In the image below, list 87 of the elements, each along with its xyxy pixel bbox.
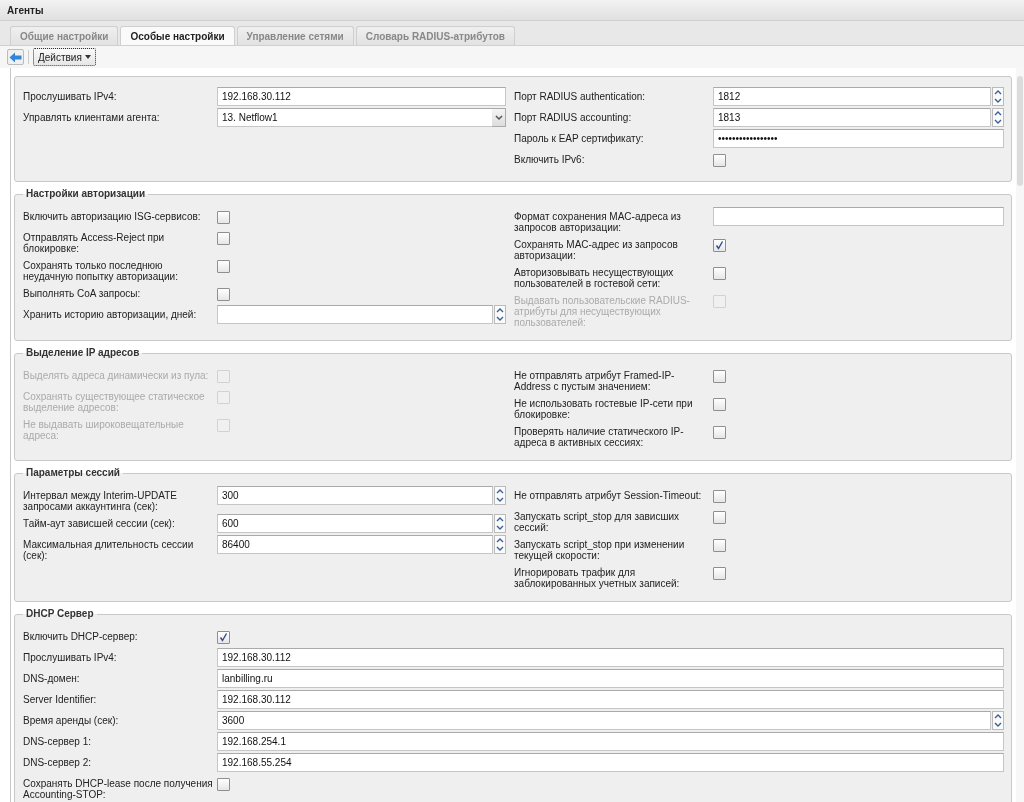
checkbox[interactable] [713, 567, 726, 580]
field-label: Прослушивать IPv4: [23, 651, 118, 663]
field-label: Сохранять существующее статическое выделение адресов: [23, 390, 206, 413]
field-label: Не отправлять атрибут Session-Timeout: [514, 489, 703, 501]
field-label: Управлять клиентами агента: [23, 111, 161, 123]
field-label: Тайм-аут зависшей сессии (сек): [23, 517, 176, 529]
field-label: Включить DHCP-сервер: [23, 630, 139, 642]
spinner-arrows-icon[interactable] [992, 711, 1004, 730]
field-label: Порт RADIUS accounting: [514, 111, 633, 123]
field-label: Порт RADIUS authentication: [514, 90, 647, 102]
spinner-arrows-icon[interactable] [992, 108, 1004, 127]
checkbox[interactable] [217, 211, 230, 224]
text-field[interactable]: lanbilling.ru [217, 669, 1004, 688]
field-label: Server Identifier: [23, 693, 98, 705]
field-label: Запускать script_stop для зависших сессий: [514, 510, 681, 533]
field-label: Не отправлять атрибут Framed-IP-Address с пустым значением: [514, 369, 676, 392]
checkbox[interactable] [713, 370, 726, 383]
field-label: Запускать script_stop при изменении текущей скорости: [514, 538, 686, 561]
field-label: Включить IPv6: [514, 153, 586, 165]
field-label: DNS-домен: [23, 672, 81, 684]
field-label: Не использовать гостевые IP-сети при блокировке: [514, 397, 694, 420]
checkbox[interactable] [713, 267, 726, 280]
field-label: Формат сохранения MAC-адреса из запросов авторизации: [514, 210, 682, 233]
checkbox[interactable] [713, 426, 726, 439]
field-label: Интервал между Interim-UPDATE запросами аккаунтинга (сек): [23, 489, 178, 512]
field-label: Выполнять CoA запросы: [23, 287, 142, 299]
field-label: Не выдавать широковещательные адреса: [23, 418, 185, 441]
arrow-left-icon [9, 51, 22, 63]
field-label: Выделять адреса динамически из пула: [23, 369, 210, 381]
checkbox[interactable] [217, 260, 230, 273]
panel-title: Параметры сессий [23, 466, 123, 480]
panel-title: Настройки авторизации [23, 187, 149, 201]
spinner-arrows-icon[interactable] [992, 87, 1004, 106]
number-field[interactable]: 300 [217, 486, 493, 505]
actions-button[interactable]: Действия [33, 48, 96, 66]
checkbox[interactable] [713, 398, 726, 411]
password-field[interactable]: ••••••••••••••••• [713, 129, 1004, 148]
window-title: Агенты [7, 4, 44, 16]
number-field[interactable]: 86400 [217, 535, 493, 554]
text-field[interactable]: 192.168.30.112 [217, 648, 1004, 667]
panel-title: Выделение IP адресов [23, 346, 143, 360]
field-label: Авторизовывать несуществующих пользователей в гостевой сети: [514, 266, 675, 289]
field-label: Сохранять MAC-адрес из запросов авторизации: [514, 238, 679, 261]
checkbox[interactable] [217, 778, 230, 791]
field-label: Время аренды (сек): [23, 714, 120, 726]
field-label: Сохранять только последнюю неудачную попытку авторизации: [23, 259, 179, 282]
field-label: Пароль к EAP сертификату: [514, 132, 645, 144]
field-label: Включить авторизацию ISG-сервисов: [23, 210, 202, 222]
tab[interactable]: Особые настройки [120, 26, 235, 45]
field-label: Хранить историю авторизации, дней: [23, 308, 198, 320]
number-field[interactable]: 1812 [713, 87, 991, 106]
text-field[interactable]: 192.168.30.112 [217, 87, 506, 106]
text-field[interactable]: 192.168.254.1 [217, 732, 1004, 751]
back-button[interactable] [7, 49, 24, 65]
number-field[interactable]: 1813 [713, 108, 991, 127]
checkmark-icon [715, 241, 724, 250]
text-field[interactable]: 192.168.55.254 [217, 753, 1004, 772]
scrollbar[interactable] [1016, 68, 1024, 802]
text-field[interactable]: 192.168.30.112 [217, 690, 1004, 709]
text-field[interactable] [713, 207, 1004, 226]
checkbox[interactable] [713, 239, 726, 252]
field-label: Максимальная длительность сессии (сек): [23, 538, 195, 561]
checkbox[interactable] [217, 631, 230, 644]
caret-icon [84, 55, 91, 59]
panel-title: DHCP Сервер [23, 607, 97, 621]
spinner-arrows-icon[interactable] [494, 535, 506, 554]
field-label: Прослушивать IPv4: [23, 90, 118, 102]
checkbox[interactable] [713, 490, 726, 503]
spinner-arrows-icon[interactable] [494, 486, 506, 505]
field-label: Сохранять DHCP-lease после получения Accounting-STOP: [23, 777, 214, 800]
field-label: Проверять наличие статического IP-адреса в активных сессиях: [514, 425, 685, 448]
checkbox[interactable] [713, 539, 726, 552]
number-field[interactable]: 3600 [217, 711, 991, 730]
checkbox[interactable] [713, 154, 726, 167]
field-label: Выдавать пользовательские RADIUS-атрибуты для несуществующих пользователей: [514, 294, 691, 328]
spinner-arrows-icon[interactable] [494, 514, 506, 533]
field-label: Игнорировать трафик для заблокированных учетных записей: [514, 566, 681, 589]
checkmark-icon [219, 633, 228, 642]
number-field[interactable]: 600 [217, 514, 493, 533]
number-field[interactable] [217, 305, 493, 324]
field-label: DNS-сервер 1: [23, 735, 92, 747]
checkbox[interactable] [217, 232, 230, 245]
field-label: DNS-сервер 2: [23, 756, 92, 768]
spinner-arrows-icon[interactable] [494, 305, 506, 324]
checkbox[interactable] [713, 511, 726, 524]
checkbox[interactable] [217, 288, 230, 301]
field-label: Отправлять Access-Reject при блокировке: [23, 231, 166, 254]
